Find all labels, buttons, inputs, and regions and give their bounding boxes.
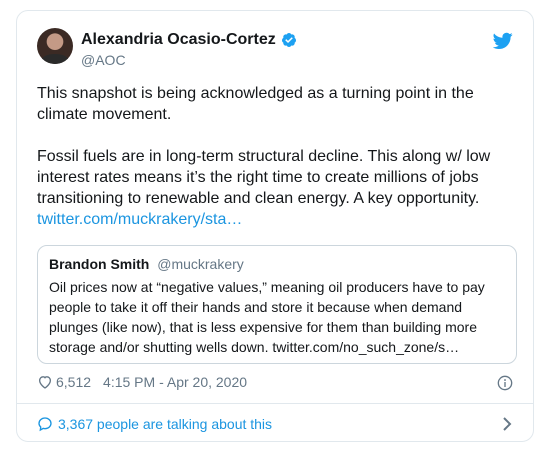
- author-name[interactable]: Alexandria Ocasio-Cortez: [81, 31, 276, 49]
- tweet-text: This snapshot is being acknowledged as a…: [37, 83, 515, 230]
- conversation-count[interactable]: 3,367 people are talking about this: [58, 416, 272, 432]
- tweet-meta: 6,512 4:15 PM - Apr 20, 2020: [37, 374, 247, 390]
- quoted-author-handle: @muckrakery: [157, 256, 244, 272]
- tweet-paragraph-2-text: Fossil fuels are in long-term structural…: [37, 148, 491, 207]
- chevron-right-icon[interactable]: [502, 417, 512, 431]
- conversation-link[interactable]: 3,367 people are talking about this: [37, 416, 272, 432]
- verified-badge-icon: [281, 33, 296, 47]
- tweet-paragraph-1: This snapshot is being acknowledged as a…: [37, 85, 474, 123]
- quoted-tweet-text: Oil prices now at “negative values,” mea…: [49, 279, 485, 355]
- quoted-tweet-header: Brandon Smith @muckrakery: [49, 256, 244, 272]
- timestamp[interactable]: 4:15 PM - Apr 20, 2020: [103, 374, 247, 390]
- tweet-card: Alexandria Ocasio-Cortez @AOC This snaps…: [16, 10, 534, 442]
- tweet-link[interactable]: twitter.com/muckrakery/sta…: [37, 211, 242, 228]
- twitter-bird-icon[interactable]: [493, 32, 513, 50]
- avatar[interactable]: [37, 28, 73, 64]
- like-count[interactable]: 6,512: [56, 374, 91, 390]
- quoted-tweet[interactable]: Brandon Smith @muckrakery Oil prices now…: [37, 245, 517, 364]
- quoted-author-name: Brandon Smith: [49, 256, 150, 272]
- author-handle[interactable]: @AOC: [81, 52, 126, 68]
- speech-bubble-icon: [38, 417, 52, 432]
- tweet-paragraph-2: Fossil fuels are in long-term structural…: [37, 146, 515, 230]
- heart-icon[interactable]: [37, 374, 53, 390]
- divider: [17, 403, 533, 404]
- author-name-row[interactable]: Alexandria Ocasio-Cortez: [81, 31, 297, 49]
- info-icon[interactable]: [497, 375, 513, 391]
